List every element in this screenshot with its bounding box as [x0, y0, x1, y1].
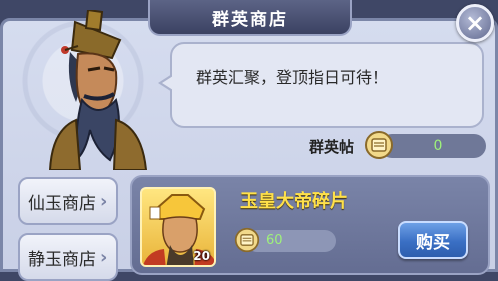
shop-item-card: 20 玉皇大帝碎片 60 购买 [130, 175, 490, 275]
currency-label: 群英帖 [309, 138, 355, 156]
chevron-right-icon: › [100, 190, 108, 212]
item-count: 20 [193, 249, 210, 263]
tab-jingyu-shop[interactable]: 静玉商店 › [18, 233, 118, 281]
buy-button[interactable]: 购买 [398, 221, 468, 259]
currency-amount-value: 0 [433, 138, 443, 154]
scroll-token-icon [234, 227, 260, 253]
close-button[interactable]: × [456, 4, 494, 42]
npc-speech-bubble: 群英汇聚，登顶指日可待！ [158, 42, 484, 128]
window-title: 群英商店 [212, 9, 288, 30]
tab-xianyu-shop[interactable]: 仙玉商店 › [18, 177, 118, 225]
scroll-token-icon [365, 131, 393, 159]
npc-portrait [48, 10, 148, 170]
buy-button-label: 购买 [416, 232, 450, 253]
item-price-value: 60 [266, 233, 283, 248]
currency-amount: 0 [380, 134, 486, 158]
npc-dialogue: 群英汇聚，登顶指日可待！ [196, 68, 389, 87]
tab-label: 仙玉商店 [28, 193, 96, 214]
tab-label: 静玉商店 [28, 249, 96, 270]
close-icon: × [464, 9, 486, 37]
chevron-right-icon: › [100, 246, 108, 268]
item-thumbnail[interactable]: 20 [140, 187, 216, 267]
item-name: 玉皇大帝碎片 [240, 191, 348, 212]
title-tab: 群英商店 [148, 0, 352, 36]
